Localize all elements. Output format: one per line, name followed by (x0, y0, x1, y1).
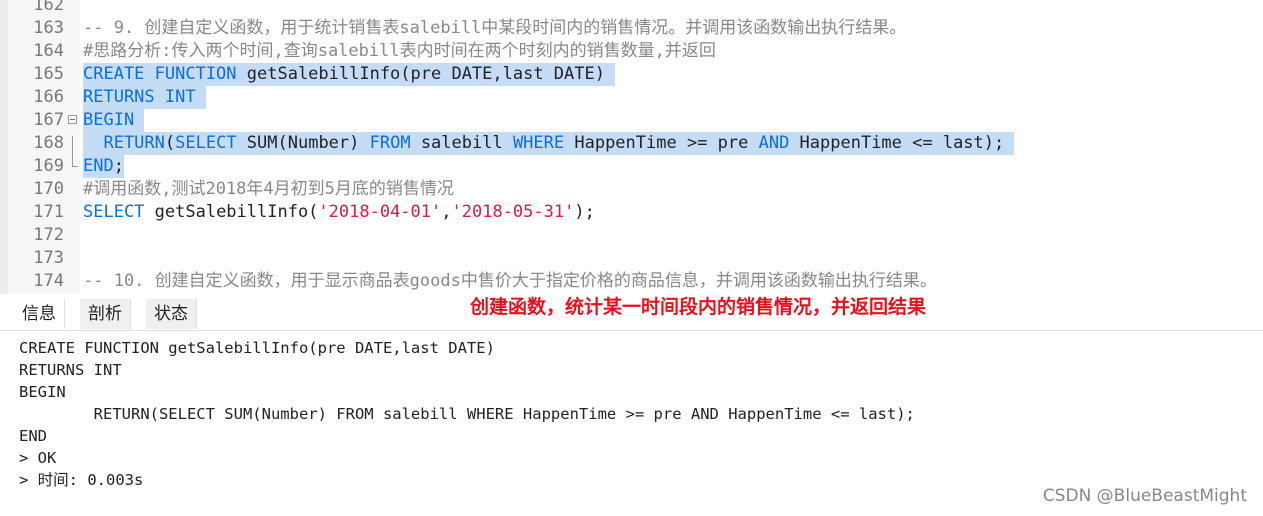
annotation-text: 创建函数，统计某一时间段内的销售情况，并返回结果 (470, 296, 927, 318)
code-token: , (441, 202, 452, 222)
code-token: SELECT (175, 133, 247, 153)
code-token: ( (164, 133, 176, 153)
fold-guide (72, 136, 73, 166)
output-line: > 时间: 0.003s (19, 471, 144, 489)
code-token: getSalebillInfo( (154, 202, 319, 222)
line-number: 164 (33, 41, 64, 61)
line-number: 170 (33, 179, 64, 199)
code-token: WHERE (512, 133, 575, 153)
line-number: 172 (33, 225, 64, 245)
line-number: 163 (33, 18, 64, 38)
code-token: BEGIN (83, 110, 145, 130)
watermark: CSDN @BlueBeastMight (1042, 486, 1247, 506)
code-token: salebill (420, 133, 513, 153)
code-token: HappenTime >= pre (574, 133, 759, 153)
tab-status[interactable]: 状态 (146, 299, 197, 329)
code-text: #思路分析:传入两个时间,查询salebill表内时间在两个时刻内的销售数量,并… (83, 40, 716, 63)
output-line: CREATE FUNCTION getSalebillInfo(pre DATE… (19, 339, 495, 357)
code-token: '2018-05-31' (451, 202, 575, 222)
code-token: AND (758, 133, 800, 153)
code-token: #调用函数,测试2018年4月初到5月底的销售情况 (83, 179, 454, 199)
code-token: RETURNS INT (83, 87, 206, 107)
line-number: 168 (33, 133, 64, 153)
output-line: BEGIN (19, 383, 66, 401)
code-text: #调用函数,测试2018年4月初到5月底的销售情况 (83, 178, 454, 201)
code-token: ); (574, 202, 595, 222)
line-number: 173 (33, 248, 64, 268)
line-number: 169 (33, 156, 64, 176)
code-text: END; (83, 155, 124, 178)
code-token: getSalebillInfo(pre DATE,last DATE) (246, 64, 616, 84)
code-token: END (83, 156, 114, 176)
code-text: SELECT getSalebillInfo('2018-04-01','201… (83, 201, 595, 224)
code-token: SELECT (83, 202, 155, 222)
code-token: RETURN (83, 133, 165, 153)
fold-guide-end (72, 166, 78, 167)
line-number: 167 (33, 110, 64, 130)
line-number: 171 (33, 202, 64, 222)
code-token: '2018-04-01' (318, 202, 442, 222)
code-text: -- 10. 创建自定义函数，用于显示商品表goods中售价大于指定价格的商品信… (83, 270, 937, 293)
code-text: BEGIN (83, 109, 145, 132)
code-token: FROM (369, 133, 421, 153)
output-line: RETURN(SELECT SUM(Number) FROM salebill … (19, 405, 915, 423)
code-text: RETURNS INT (83, 86, 206, 109)
output-line: END (19, 427, 47, 445)
code-token: -- 10. 创建自定义函数，用于显示商品表goods中售价大于指定价格的商品信… (83, 271, 937, 291)
code-token: ; (113, 156, 124, 176)
code-token: SUM(Number) (246, 133, 370, 153)
line-number: 174 (33, 271, 64, 291)
code-token: #思路分析:传入两个时间,查询salebill表内时间在两个时刻内的销售数量,并… (83, 41, 716, 61)
output-line: > OK (19, 449, 57, 467)
code-token: HappenTime <= last); (799, 133, 1015, 153)
code-text: RETURN(SELECT SUM(Number) FROM salebill … (83, 132, 1015, 155)
output-line: RETURNS INT (19, 361, 122, 379)
tab-info[interactable]: 信息 (14, 299, 65, 329)
fold-toggle-icon[interactable] (68, 115, 77, 124)
sql-editor[interactable]: 162 163 -- 9. 创建自定义函数，用于统计销售表salebill中某段时间… (0, 0, 1263, 294)
line-number: 162 (33, 0, 64, 15)
code-text: CREATE FUNCTION getSalebillInfo(pre DATE… (83, 63, 616, 86)
code-token: CREATE FUNCTION (83, 64, 247, 84)
tab-profile[interactable]: 剖析 (80, 299, 131, 329)
line-number: 166 (33, 87, 64, 107)
code-text: -- 9. 创建自定义函数，用于统计销售表salebill中某段时间内的销售情况… (83, 17, 906, 40)
line-number: 165 (33, 64, 64, 84)
code-token: -- 9. 创建自定义函数，用于统计销售表salebill中某段时间内的销售情况… (83, 18, 907, 38)
